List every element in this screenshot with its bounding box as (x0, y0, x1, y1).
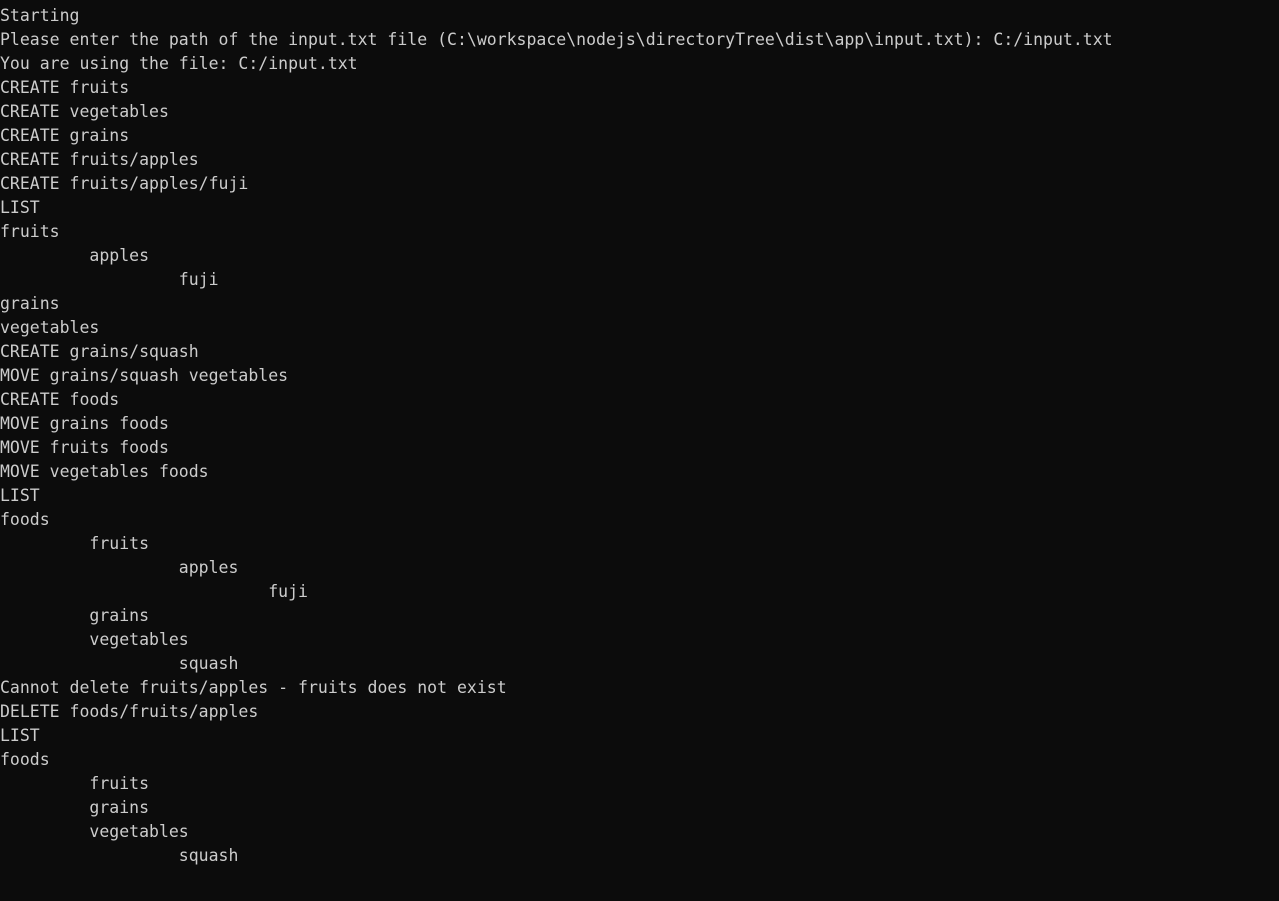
terminal-line: grains (0, 294, 60, 313)
terminal-line: LIST (0, 198, 40, 217)
terminal-line: Cannot delete fruits/apples - fruits doe… (0, 678, 507, 697)
terminal-line: CREATE vegetables (0, 102, 169, 121)
terminal-line: DELETE foods/fruits/apples (0, 702, 259, 721)
terminal-line: MOVE vegetables foods (0, 462, 209, 481)
terminal-line: MOVE grains/squash vegetables (0, 366, 289, 385)
terminal-line: MOVE fruits foods (0, 438, 169, 457)
terminal-line: vegetables (0, 318, 100, 337)
terminal-line: vegetables (0, 822, 189, 841)
terminal-line: grains (0, 798, 150, 817)
terminal-line: CREATE foods (0, 390, 120, 409)
terminal-line: You are using the file: C:/input.txt (0, 54, 358, 73)
terminal-line: fuji (0, 582, 308, 601)
terminal-line: LIST (0, 486, 40, 505)
terminal-line: apples (0, 246, 150, 265)
terminal-line: CREATE grains/squash (0, 342, 199, 361)
terminal-line: LIST (0, 726, 40, 745)
terminal-line: CREATE fruits/apples/fuji (0, 174, 249, 193)
terminal-line: foods (0, 510, 50, 529)
terminal-line: squash (0, 654, 239, 673)
terminal-line: fruits (0, 774, 150, 793)
terminal-line: fruits (0, 534, 150, 553)
terminal-line: apples (0, 558, 239, 577)
terminal-line: fruits (0, 222, 60, 241)
terminal-line: squash (0, 846, 239, 865)
terminal-line: Starting (0, 6, 80, 25)
terminal-line: CREATE grains (0, 126, 130, 145)
terminal-output-pane[interactable]: Starting Please enter the path of the inp… (0, 0, 1279, 901)
terminal-line: vegetables (0, 630, 189, 649)
terminal-line: CREATE fruits/apples (0, 150, 199, 169)
terminal-line: foods (0, 750, 50, 769)
terminal-line: MOVE grains foods (0, 414, 169, 433)
terminal-line: fuji (0, 270, 219, 289)
terminal-line: CREATE fruits (0, 78, 130, 97)
terminal-line: grains (0, 606, 150, 625)
terminal-line: Please enter the path of the input.txt f… (0, 30, 1113, 49)
